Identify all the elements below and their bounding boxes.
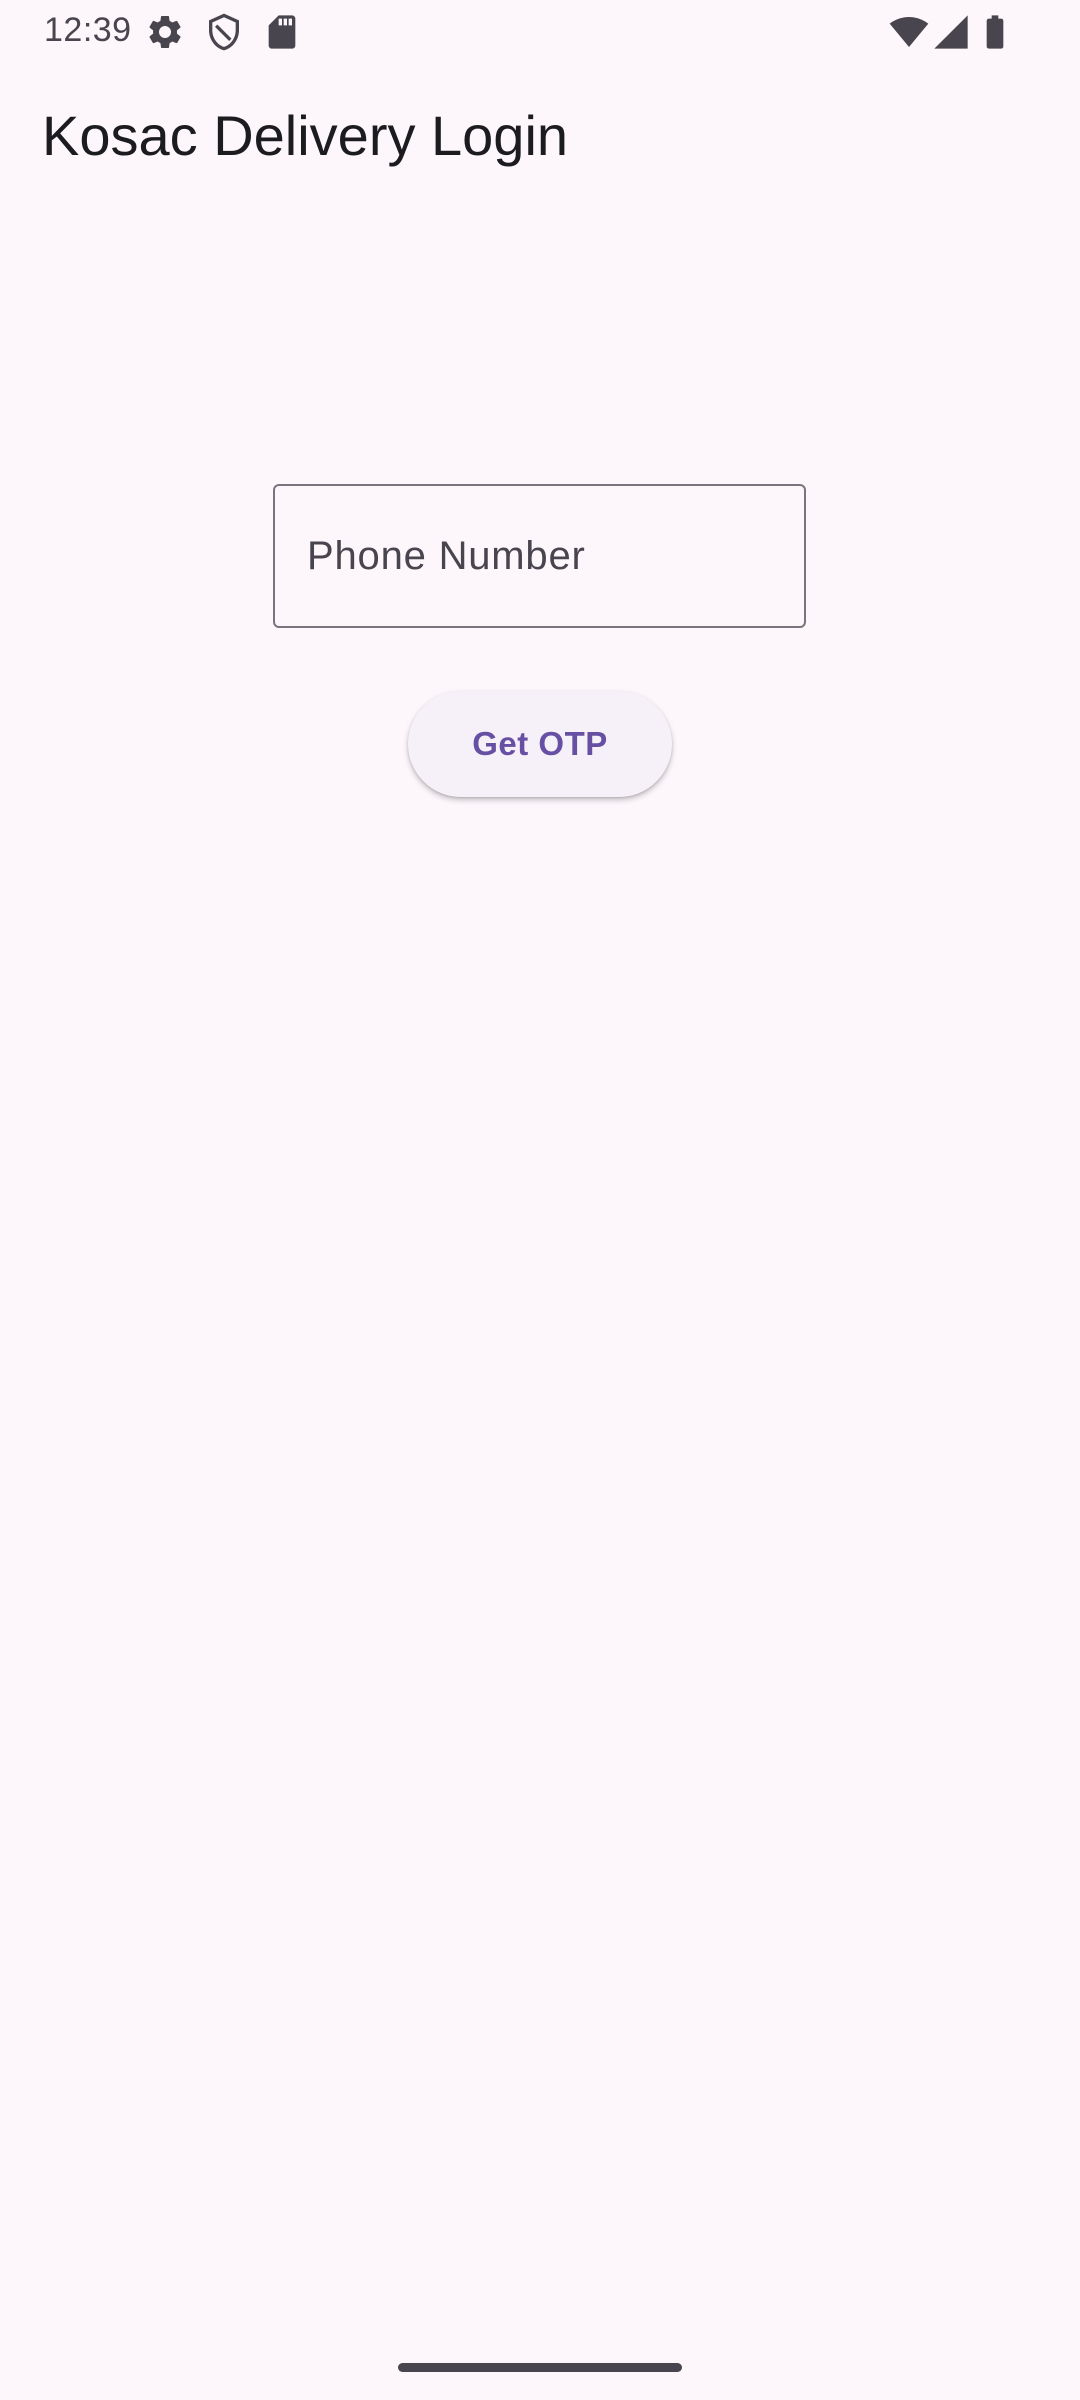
- gear-icon: [145, 12, 185, 52]
- phone-number-field[interactable]: [273, 484, 806, 628]
- shield-icon: [204, 12, 244, 52]
- sd-card-icon: [262, 12, 302, 52]
- battery-icon: [975, 12, 1015, 52]
- phone-number-input[interactable]: [307, 486, 777, 626]
- wifi-icon: [889, 12, 929, 52]
- status-bar: 12:39: [0, 0, 1080, 62]
- status-time: 12:39: [44, 11, 132, 49]
- get-otp-button[interactable]: Get OTP: [408, 691, 672, 797]
- cell-signal-icon: [931, 12, 971, 52]
- page-title: Kosac Delivery Login: [42, 104, 569, 167]
- gesture-nav-handle[interactable]: [398, 2363, 682, 2372]
